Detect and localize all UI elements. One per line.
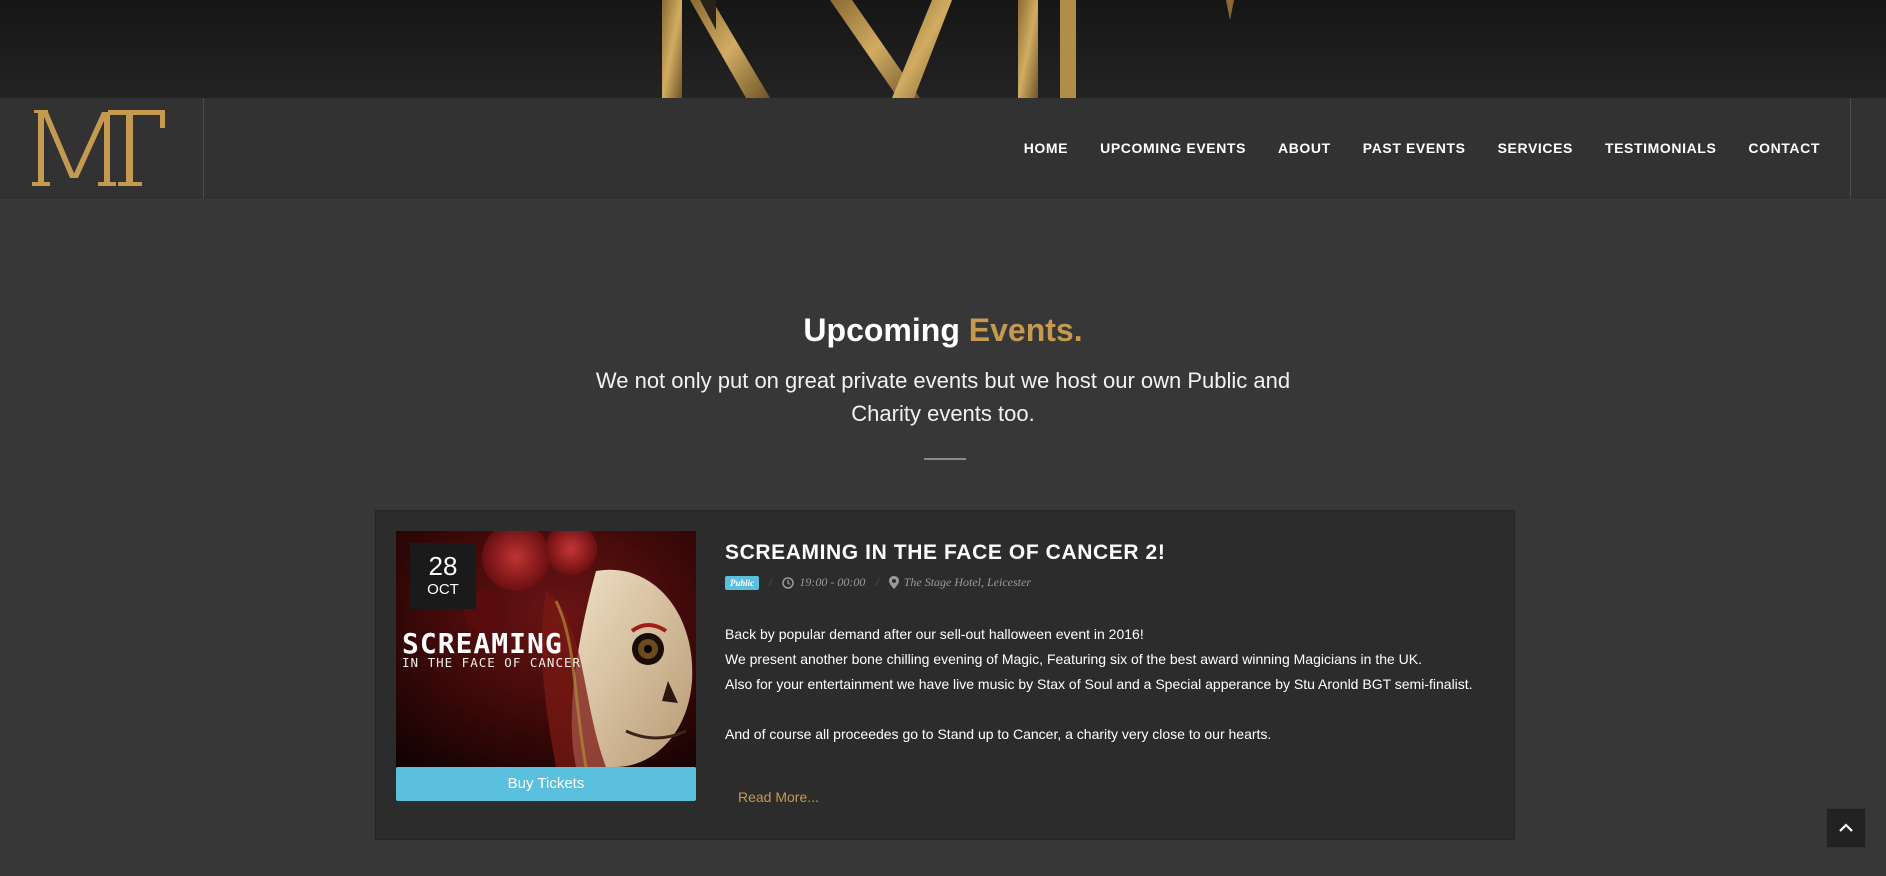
event-location: The Stage Hotel, Leicester [903,575,1031,589]
chevron-up-icon [1839,823,1853,832]
hero-banner [0,0,1886,98]
event-time: 19:00 - 00:00 [799,575,866,589]
logo-link[interactable] [0,98,204,198]
back-to-top-button[interactable] [1826,808,1866,848]
event-meta: Public / 19:00 - 00:00 / The Stage Hotel… [725,575,1031,590]
event-date-day: 28 [428,551,458,581]
description-line: And of course all proceedes go to Stand … [725,726,1272,742]
nav-home[interactable]: HOME [1024,140,1068,156]
event-card: 28 OCT SCREAMING IN THE FACE OF CANCER B… [375,510,1515,840]
clock-icon [782,576,795,589]
section-title: Upcoming Events. [0,312,1886,349]
description-line: Also for your entertainment we have live… [725,676,1473,692]
map-marker-icon [888,576,899,589]
meta-separator: / [875,575,879,589]
event-tag-badge: Public [725,575,759,590]
event-description: Back by popular demand after our sell-ou… [725,622,1495,747]
nav-testimonials[interactable]: TESTIMONIALS [1605,140,1716,156]
nav-divider [1850,98,1851,198]
description-line: Back by popular demand after our sell-ou… [725,626,1144,642]
read-more-link[interactable]: Read More... [738,789,819,805]
meta-separator: / [769,575,773,589]
section-title-accent: Events. [968,312,1083,348]
nav-past-events[interactable]: PAST EVENTS [1363,140,1466,156]
nav-upcoming-events[interactable]: UPCOMING EVENTS [1100,140,1246,156]
description-line: We present another bone chilling evening… [725,651,1423,667]
nav-about[interactable]: ABOUT [1278,140,1331,156]
brand-logo-icon [32,110,165,186]
section-title-main: Upcoming [803,312,960,348]
section-divider [924,458,966,460]
buy-tickets-button[interactable]: Buy Tickets [396,767,696,801]
nav-contact[interactable]: CONTACT [1748,140,1820,156]
event-poster[interactable]: 28 OCT SCREAMING IN THE FACE OF CANCER [396,531,696,767]
hero-logo-graphic [662,0,1234,98]
poster-subtitle: IN THE FACE OF CANCER [402,655,582,670]
event-date-badge: 28 OCT [410,543,476,609]
primary-nav: HOME UPCOMING EVENTS ABOUT PAST EVENTS S… [992,98,1820,198]
main-navbar: HOME UPCOMING EVENTS ABOUT PAST EVENTS S… [0,98,1886,198]
section-subtitle: We not only put on great private events … [595,368,1291,426]
event-date-month: OCT [427,581,459,598]
event-title[interactable]: SCREAMING IN THE FACE OF CANCER 2! [725,541,1165,565]
nav-services[interactable]: SERVICES [1498,140,1573,156]
